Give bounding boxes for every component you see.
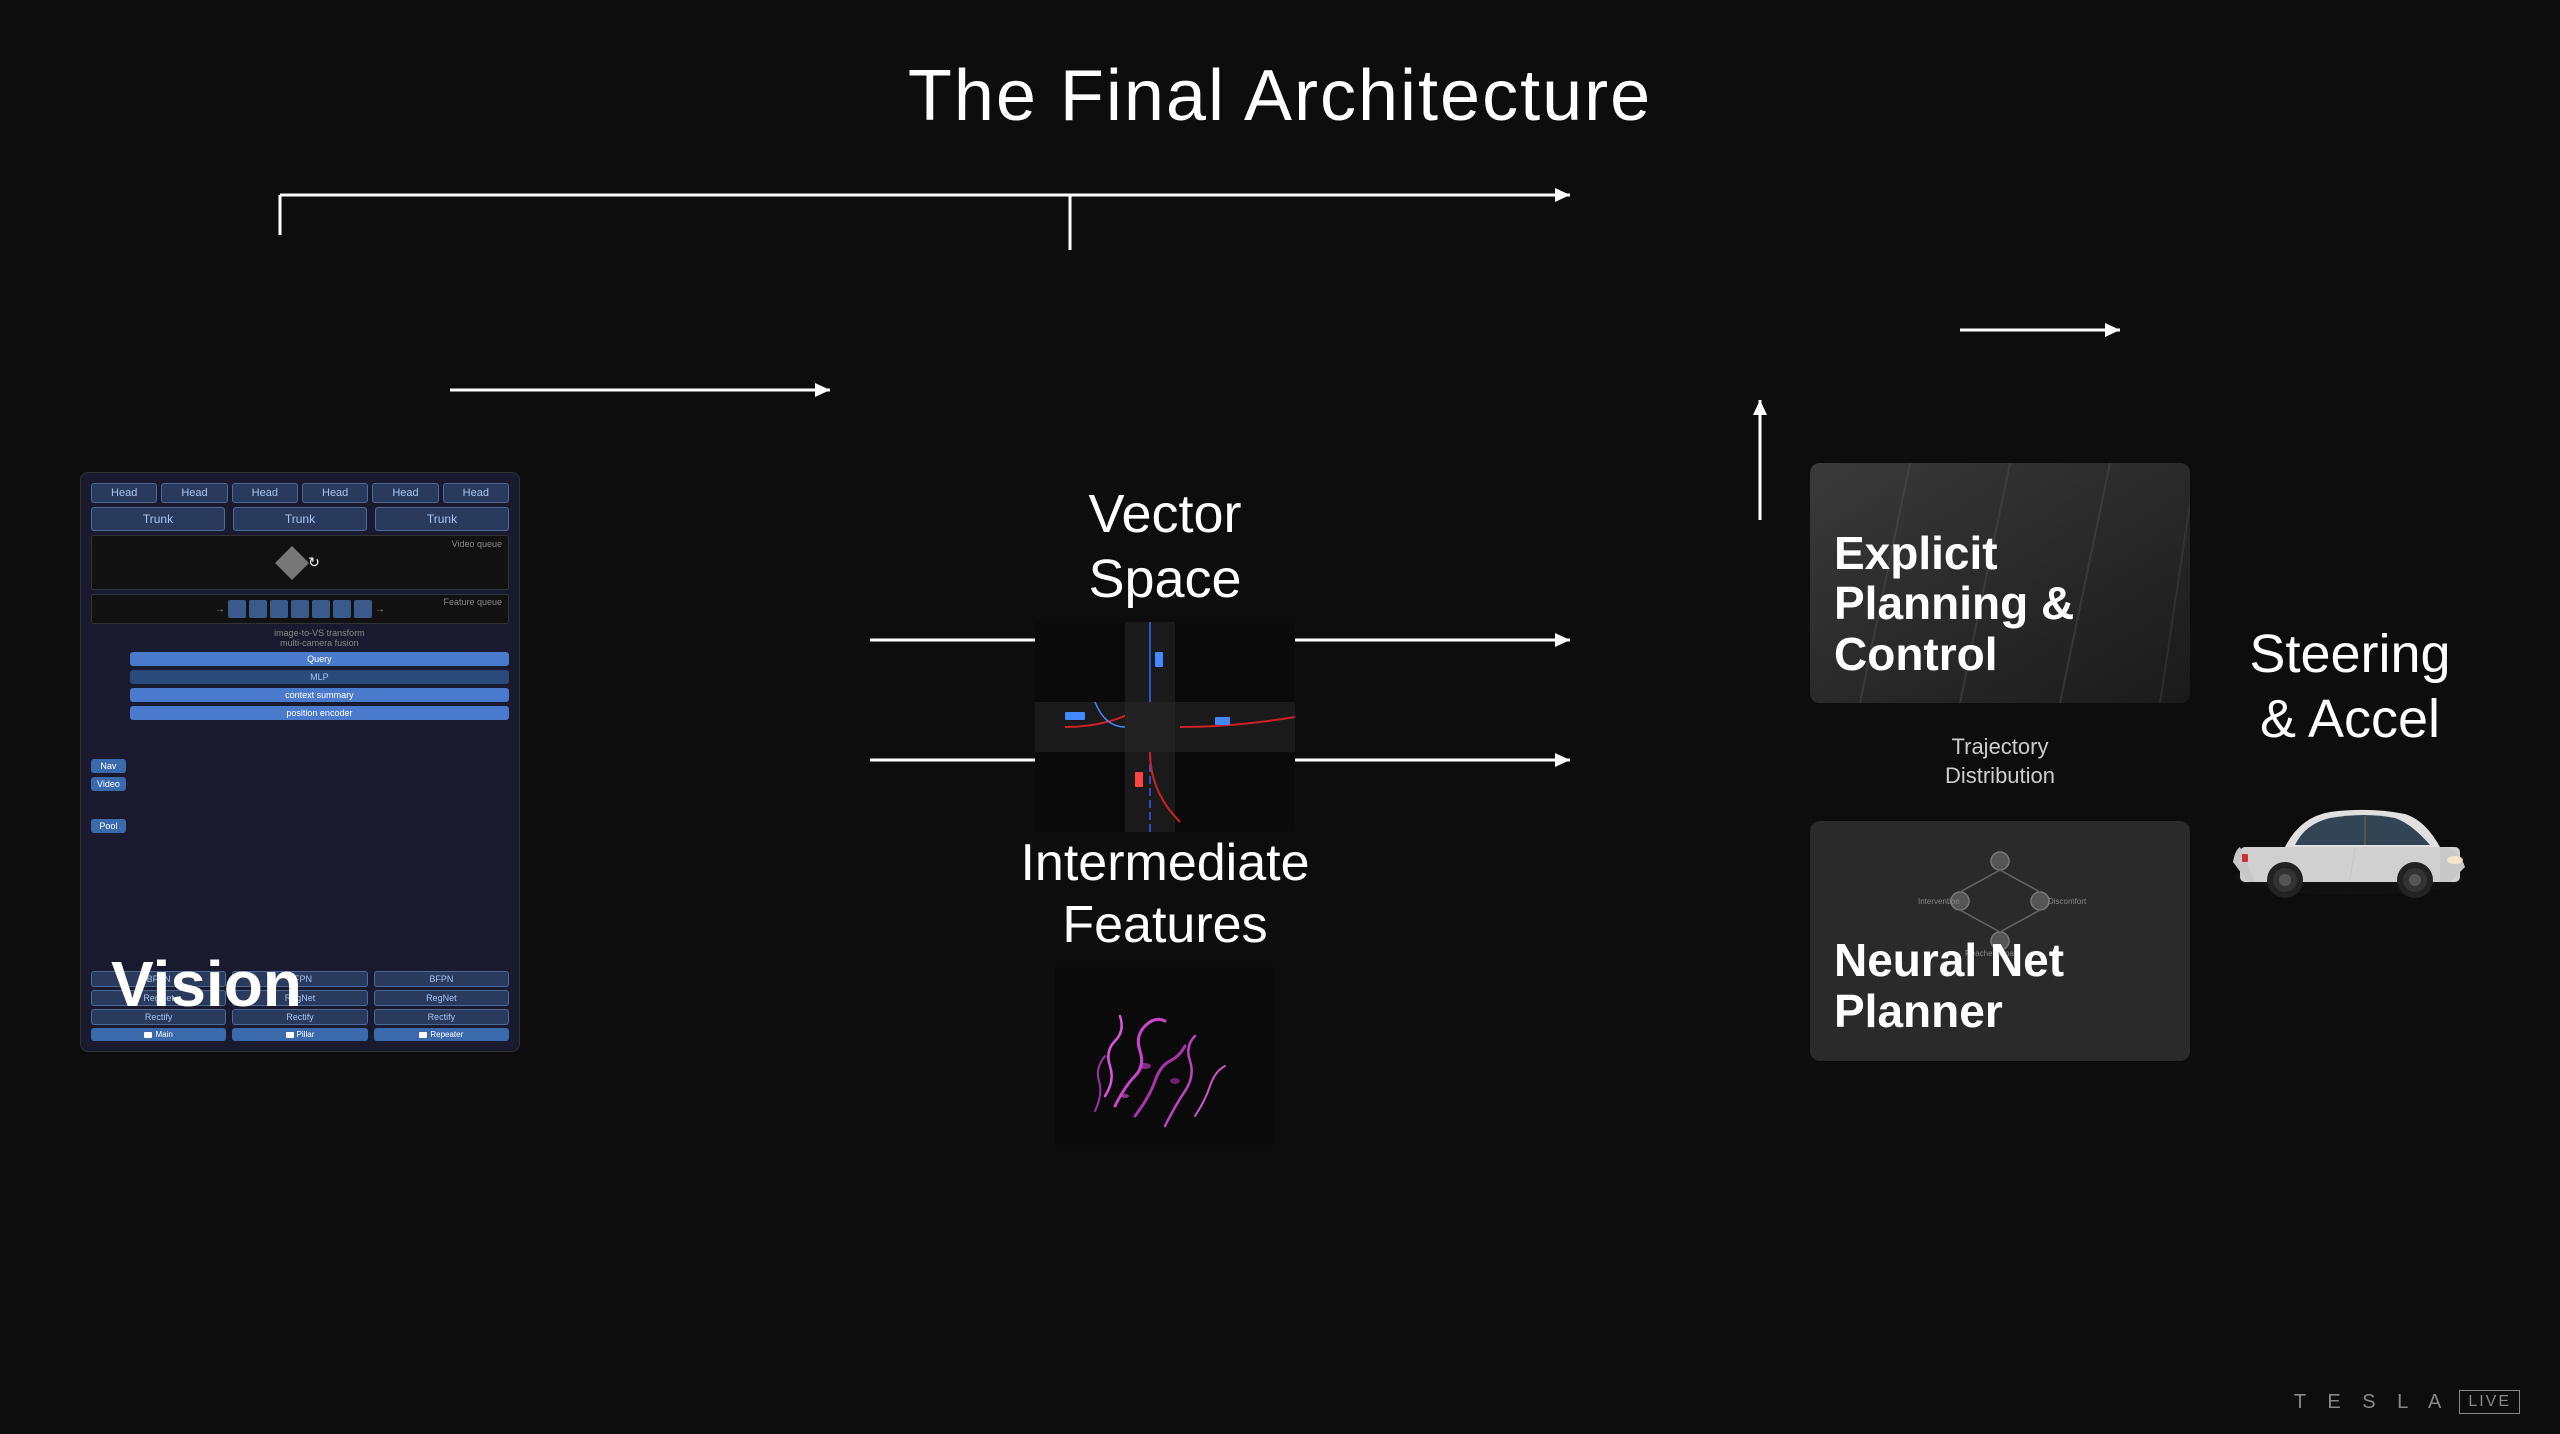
live-badge: LIVE <box>2459 1390 2520 1414</box>
context-summary-box: context summary <box>130 688 509 702</box>
nav-label: Nav <box>91 759 126 773</box>
right-blocks: ExplicitPlanning &Control TrajectoryDist… <box>1810 463 2190 1060</box>
query-box: Query <box>130 652 509 666</box>
head-box: Head <box>443 483 509 503</box>
intermediate-features-label: IntermediateFeatures <box>1020 832 1309 957</box>
diamond-shape <box>275 546 309 580</box>
svg-text:Discomfort: Discomfort <box>2048 897 2087 906</box>
middle-section: Nav Video Pool image-to-VS transformmult… <box>91 628 509 963</box>
features-image <box>1055 966 1275 1146</box>
vision-block: Head Head Head Head Head Head Trunk Trun… <box>80 472 520 1052</box>
vision-label: Vision <box>111 947 302 1021</box>
position-encoder-box: position encoder <box>130 706 509 720</box>
trunk-box: Trunk <box>233 507 367 531</box>
explicit-planning-block: ExplicitPlanning &Control <box>1810 463 2190 703</box>
trajectory-section: TrajectoryDistribution <box>1810 733 2190 790</box>
video-queue-label: Video queue <box>452 539 502 549</box>
trunk-box: Trunk <box>375 507 509 531</box>
neural-graph: Intervention Discomfort Reaches Goal <box>1900 841 2100 941</box>
pool-label: Pool <box>91 819 126 833</box>
left-labels: Nav Video Pool <box>91 628 126 963</box>
far-right-section: Steering& Accel <box>2220 622 2480 902</box>
slide: The Final Architecture <box>0 0 2560 1434</box>
head-box: Head <box>91 483 157 503</box>
explicit-planning-text: ExplicitPlanning &Control <box>1834 528 2074 680</box>
head-row: Head Head Head Head Head Head <box>91 483 509 503</box>
feature-queue-area: Feature queue → → <box>91 594 509 624</box>
slide-title: The Final Architecture <box>0 0 2560 137</box>
head-box: Head <box>372 483 438 503</box>
trunk-row: Trunk Trunk Trunk <box>91 507 509 531</box>
neural-net-planner-block: Intervention Discomfort Reaches Goal Neu… <box>1810 821 2190 1061</box>
content-area: Head Head Head Head Head Head Trunk Trun… <box>80 170 2480 1354</box>
intermediate-features-section: IntermediateFeatures <box>1020 832 1309 1147</box>
svg-text:Intervention: Intervention <box>1918 897 1960 906</box>
video-label: Video <box>91 777 126 791</box>
video-queue-area: Video queue ↻ <box>91 535 509 590</box>
vector-space-section: VectorSpace <box>1035 482 1295 832</box>
trajectory-label: TrajectoryDistribution <box>1945 733 2055 790</box>
car-image <box>2220 772 2480 902</box>
trunk-box: Trunk <box>91 507 225 531</box>
head-box: Head <box>232 483 298 503</box>
head-box: Head <box>161 483 227 503</box>
tesla-footer: T E S L A LIVE <box>2294 1390 2520 1414</box>
middle-content: VectorSpace <box>520 462 1810 1062</box>
steering-accel-label: Steering& Accel <box>2249 622 2450 752</box>
tesla-text: T E S L A <box>2294 1391 2449 1414</box>
mlp-box: MLP <box>130 670 509 684</box>
neural-net-text: Neural NetPlanner <box>1834 935 2064 1036</box>
head-box: Head <box>302 483 368 503</box>
middle-area: image-to-VS transformmulti-camera fusion… <box>130 628 509 963</box>
vector-space-label: VectorSpace <box>1088 482 1241 612</box>
repeater-camera-col: BFPN RegNet Rectify Repeater <box>374 971 509 1041</box>
intersection-image <box>1035 622 1295 832</box>
trajectory-label-group: TrajectoryDistribution <box>1945 733 2055 790</box>
feature-queue-label: Feature queue <box>443 597 502 607</box>
